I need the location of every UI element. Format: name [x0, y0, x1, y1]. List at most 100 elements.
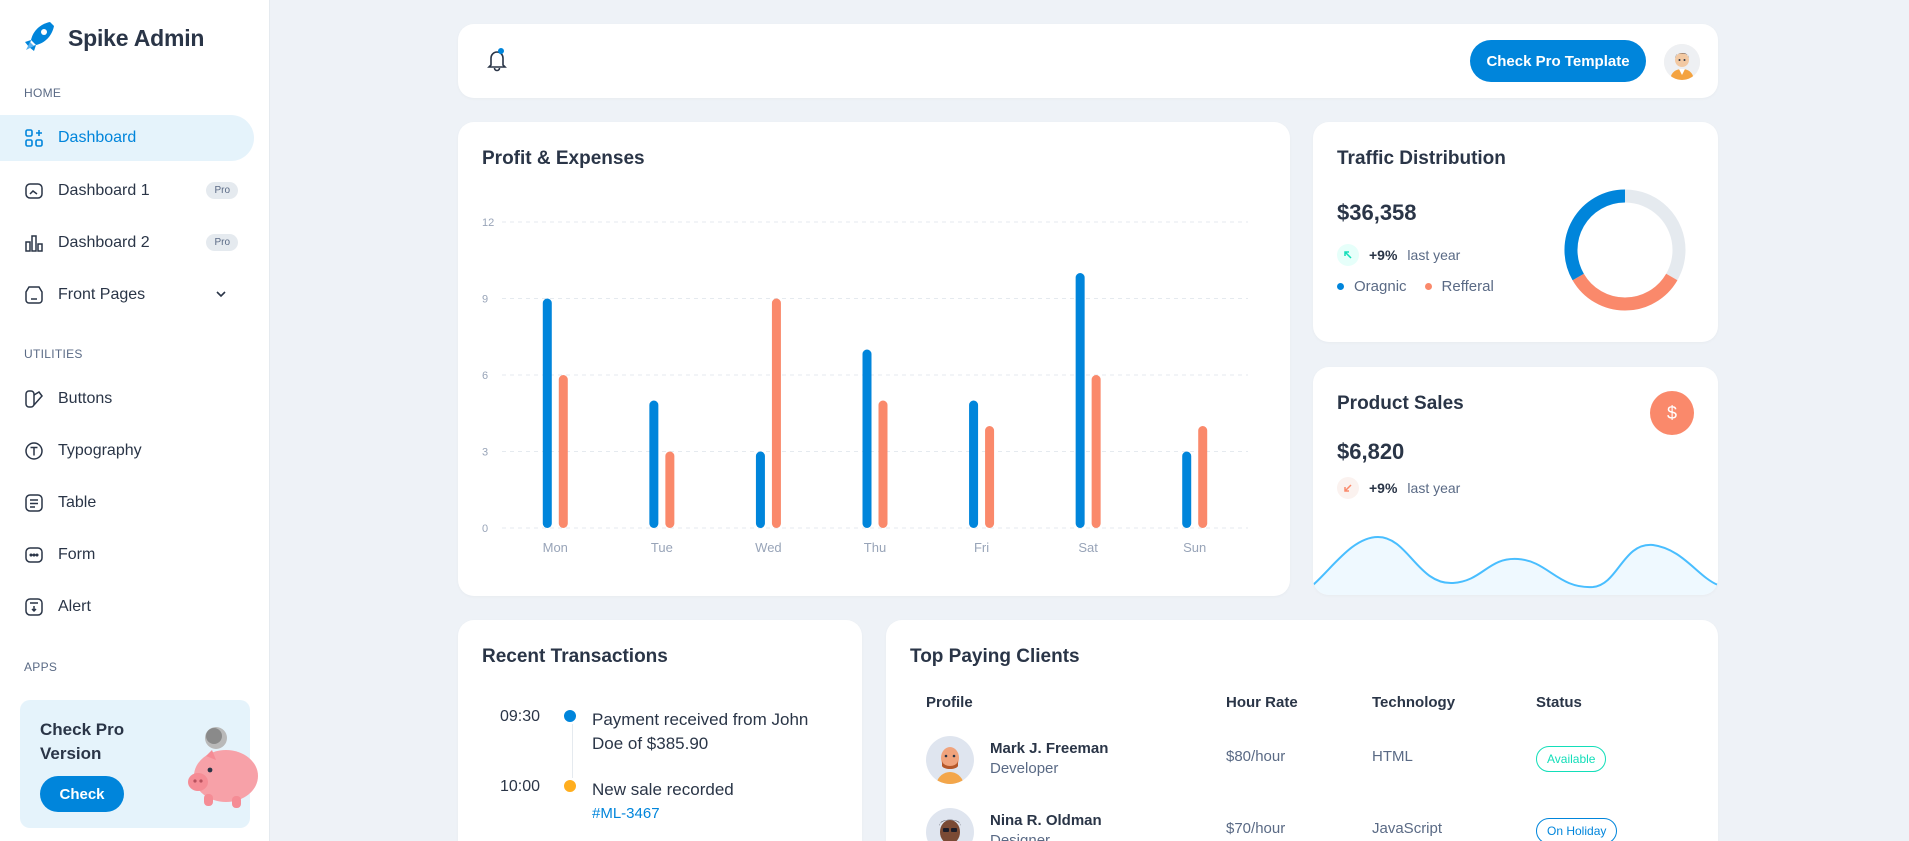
sidebar-item-label: Alert [58, 598, 91, 615]
timeline-item: 09:30 Payment received from John Doe of … [482, 708, 842, 778]
x-tick-label: Fri [974, 540, 989, 555]
user-avatar[interactable] [1664, 44, 1700, 80]
traffic-legend: Oragnic Refferal [1337, 278, 1494, 295]
pro-badge: Pro [206, 182, 238, 199]
sidebar-item-label: Dashboard 2 [58, 234, 150, 251]
bar-sat-series-1[interactable] [1075, 273, 1085, 528]
sidebar-item-label: Form [58, 546, 96, 563]
legend-organic: Oragnic [1354, 278, 1407, 295]
traffic-donut-chart [1564, 189, 1686, 311]
bar-mon-series-1[interactable] [542, 298, 552, 529]
column-header-status: Status [1536, 694, 1582, 711]
bar-tue-series-2[interactable] [665, 451, 675, 529]
y-tick-label: 3 [482, 447, 488, 459]
bar-sun-series-2[interactable] [1198, 426, 1208, 528]
sidebar: Spike Admin HOME Dashboard Dashboard 1 P… [0, 0, 270, 841]
timeline-time: 10:00 [500, 778, 541, 795]
client-hour-rate: $80/hour [1226, 748, 1286, 765]
pro-promo-card: Check Pro Version Check [20, 700, 258, 828]
bar-mon-series-2[interactable] [558, 375, 568, 528]
timeline-text: New sale recorded [592, 780, 734, 799]
column-header-technology: Technology [1372, 694, 1456, 711]
legend-referral: Refferal [1441, 278, 1494, 295]
check-pro-template-button[interactable]: Check Pro Template [1470, 40, 1646, 82]
donut-referral-arc [1572, 273, 1678, 311]
form-icon [24, 545, 44, 565]
status-badge: On Holiday [1536, 818, 1618, 841]
bar-thu-series-2[interactable] [878, 400, 888, 529]
alert-icon [24, 597, 44, 617]
sales-sparkline [1313, 535, 1718, 595]
client-avatar [926, 736, 974, 784]
sidebar-item-buttons[interactable]: Buttons [0, 376, 254, 422]
app-window-icon [24, 285, 44, 305]
card-title: Top Paying Clients [910, 646, 1080, 667]
sidebar-item-form[interactable]: Form [0, 532, 254, 578]
sidebar-item-typography[interactable]: Typography [0, 428, 254, 474]
bar-chart-icon [24, 233, 44, 253]
nav-caption-home: HOME [24, 86, 62, 100]
bar-fri-series-1[interactable] [969, 400, 979, 529]
timeline-text: Payment received from John Doe of $385.9… [592, 710, 809, 753]
table-row: Mark J. Freeman Developer $80/hour HTML … [886, 736, 1718, 808]
brand[interactable]: Spike Admin [22, 18, 204, 59]
sidebar-item-alert[interactable]: Alert [0, 584, 254, 630]
x-tick-label: Wed [755, 540, 782, 555]
client-name: Mark J. Freeman [990, 740, 1109, 757]
notification-bell-icon[interactable] [486, 48, 508, 77]
sidebar-item-table[interactable]: Table [0, 480, 254, 526]
client-role: Designer [990, 832, 1051, 841]
timeline-item: 10:00 New sale recorded #ML-3467 [482, 778, 842, 838]
sidebar-item-front-pages[interactable]: Front Pages [0, 272, 254, 318]
sidebar-item-label: Dashboard 1 [58, 182, 150, 199]
transaction-link[interactable]: #ML-3467 [592, 802, 832, 826]
x-tick-label: Mon [543, 540, 568, 555]
trend-label: last year [1407, 480, 1461, 496]
bar-fri-series-2[interactable] [985, 426, 995, 528]
nav-caption-apps: APPS [24, 660, 58, 674]
bar-wed-series-2[interactable] [771, 298, 781, 529]
x-tick-label: Sat [1078, 540, 1098, 555]
sidebar-item-dashboard-1[interactable]: Dashboard 1 Pro [0, 168, 254, 214]
dashboard-icon [24, 128, 44, 148]
sidebar-item-label: Front Pages [58, 286, 146, 303]
x-tick-label: Thu [864, 540, 886, 555]
client-technology: JavaScript [1372, 820, 1443, 837]
card-title: Recent Transactions [482, 646, 668, 667]
piggy-bank-icon [184, 712, 264, 817]
arrow-down-left-icon [1337, 477, 1359, 499]
promo-title: Check Pro Version [40, 720, 125, 763]
column-header-hour-rate: Hour Rate [1226, 694, 1298, 711]
traffic-trend: +9% last year [1337, 244, 1460, 266]
bar-sun-series-1[interactable] [1182, 451, 1192, 529]
trend-value: +9% [1369, 247, 1398, 263]
traffic-distribution-card: Traffic Distribution $36,358 +9% last ye… [1313, 122, 1718, 342]
buttons-icon [24, 389, 44, 409]
timeline-dot [564, 780, 576, 792]
typography-icon [24, 441, 44, 461]
top-header: Check Pro Template [458, 24, 1718, 98]
message-icon [24, 181, 44, 201]
x-tick-label: Sun [1183, 540, 1206, 555]
profit-expenses-chart: 0 3 6 9 12 Mon Tue Wed Thu Fri Sat Sun [482, 217, 1248, 555]
card-title: Traffic Distribution [1337, 148, 1506, 169]
client-name: Nina R. Oldman [990, 812, 1102, 829]
bar-thu-series-1[interactable] [862, 349, 872, 529]
table-row: Nina R. Oldman Designer $70/hour JavaScr… [886, 808, 1718, 841]
y-tick-label: 12 [482, 217, 494, 229]
sales-value: $6,820 [1337, 439, 1405, 464]
column-header-profile: Profile [926, 694, 973, 711]
profit-expenses-card: Profit & Expenses 0 3 6 9 12 Mon Tue Wed Thu Fri S… [458, 122, 1290, 596]
timeline-time: 09:30 [500, 708, 541, 725]
timeline-dot [564, 710, 576, 722]
sidebar-item-dashboard[interactable]: Dashboard [0, 115, 254, 161]
legend-dot-organic [1337, 283, 1344, 290]
bar-wed-series-1[interactable] [755, 451, 765, 529]
y-tick-label: 9 [482, 294, 488, 306]
bar-tue-series-1[interactable] [649, 400, 659, 529]
promo-check-button[interactable]: Check [40, 776, 124, 812]
sidebar-item-label: Typography [58, 442, 142, 459]
y-tick-label: 6 [482, 370, 488, 382]
sidebar-item-dashboard-2[interactable]: Dashboard 2 Pro [0, 220, 254, 266]
bar-sat-series-2[interactable] [1091, 375, 1101, 528]
